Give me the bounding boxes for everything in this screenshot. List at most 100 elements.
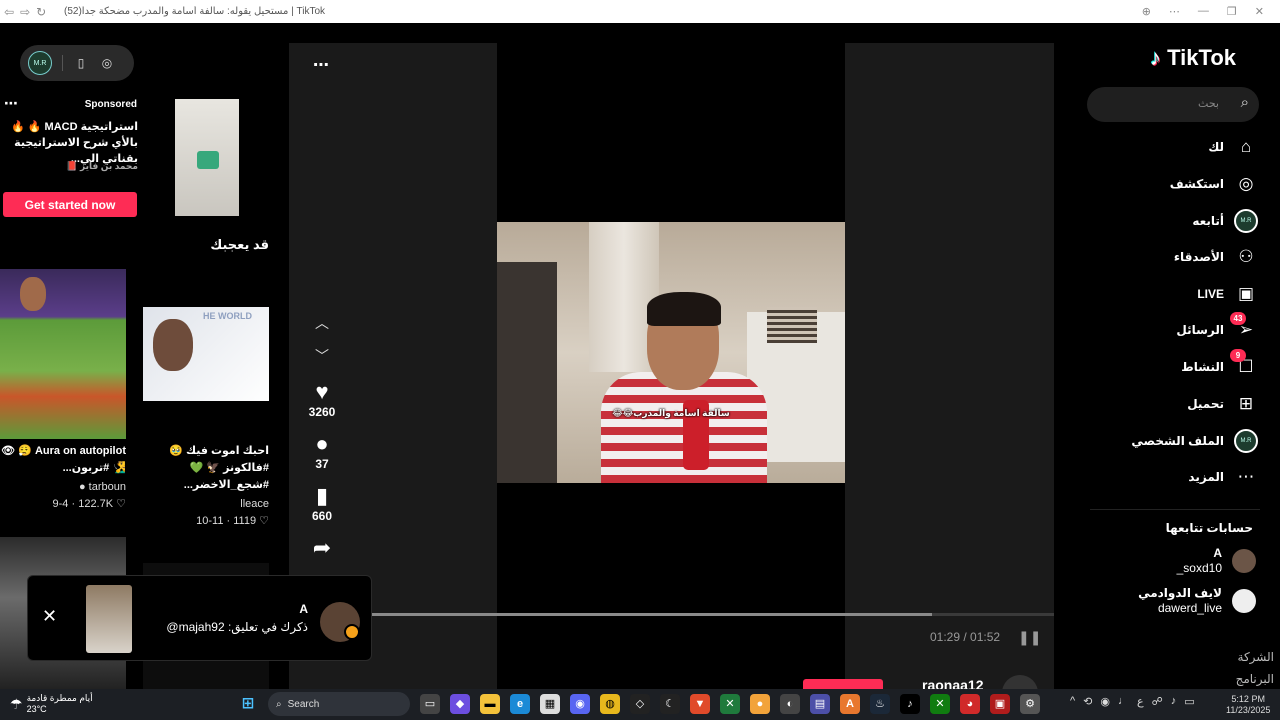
tray-app-icon[interactable]: ◉ (1100, 695, 1110, 708)
following-account[interactable]: لايف الدوادمي dawerd_live (1090, 586, 1258, 618)
taskbar-clock[interactable]: 5:12 PM 11/23/2025 (1226, 694, 1270, 716)
notification-thumbnail[interactable] (86, 585, 132, 653)
nav-for-you[interactable]: لك ⌂ (1090, 132, 1258, 162)
volume-icon[interactable]: ♪ (1171, 695, 1177, 708)
video-author[interactable]: raonaa12 (922, 677, 983, 689)
app-icon[interactable]: ☾ (660, 694, 680, 714)
notification-user: A (299, 602, 308, 616)
previous-video-icon[interactable]: ︿ (301, 313, 343, 346)
steam-icon[interactable]: ♨ (870, 694, 890, 714)
reload-icon[interactable]: ↻ (36, 5, 46, 19)
following-account[interactable]: A _soxd10 (1090, 546, 1258, 578)
nav-following[interactable]: أتابعه M.R (1090, 206, 1258, 236)
system-tray: ^ ⟲ ◉ ♩ ع ☍ ♪ ▭ (1070, 695, 1195, 708)
card-username[interactable]: lleace (143, 498, 269, 510)
app-icon[interactable]: ◕ (960, 694, 980, 714)
like-icon[interactable]: ♥ (301, 379, 343, 405)
microphone-icon[interactable]: ♩ (1118, 695, 1129, 708)
card-thumbnail[interactable] (0, 269, 126, 439)
app-icon[interactable]: ✕ (720, 694, 740, 714)
phone-icon[interactable]: ▯ (73, 56, 89, 70)
card-thumbnail[interactable]: HE WORLD (143, 269, 269, 439)
task-view-icon[interactable]: ▭ (420, 694, 440, 714)
nav-live[interactable]: LIVE ▣ (1090, 279, 1258, 309)
nav-more[interactable]: المزيد ⋯ (1090, 462, 1258, 492)
nav-profile[interactable]: الملف الشخصي M.R (1090, 426, 1258, 456)
nav-label: لك (1208, 140, 1224, 154)
ad-headline[interactable]: استراتيجية MACD 🔥 🔥 بالأي شرح الاستراتيج… (2, 119, 138, 167)
window-controls: ⊕ ⋯ — ❐ ✕ (1142, 5, 1280, 18)
search-icon[interactable]: ⌕ (1241, 94, 1249, 111)
ad-thumbnail[interactable] (175, 99, 239, 216)
network-icon[interactable]: ☍ (1152, 695, 1163, 708)
recommended-card[interactable]: Aura on autopilot 😮‍💨 👁 🧏‍♂️ #تربون... ●… (0, 269, 126, 510)
ad-more-icon[interactable]: ⋯ (4, 95, 19, 112)
card-caption[interactable]: احبك اموت فيك 🥹 #فالكونز 🦅 💚 #شجع_الاخضر… (143, 443, 269, 494)
nav-explore[interactable]: استكشف ◎ (1090, 169, 1258, 199)
zoom-icon[interactable]: ⊕ (1142, 5, 1151, 18)
maximize-button[interactable]: ❐ (1227, 5, 1237, 18)
store-icon[interactable]: ▦ (540, 694, 560, 714)
windows-taskbar: ☂ أيام ممطرة قادمة 23°C ⊞ ⌕ Search ▭ ◆ ▬ … (0, 689, 1280, 720)
next-video-icon[interactable]: ﹀ (301, 346, 343, 379)
nav-friends[interactable]: الأصدقاء ⚇ (1090, 242, 1258, 272)
comment-icon[interactable]: ● (301, 431, 343, 457)
tiktok-logo[interactable]: ♪ TikTok (1150, 45, 1236, 71)
close-button[interactable]: ✕ (1255, 5, 1264, 18)
brave-icon[interactable]: ▼ (690, 694, 710, 714)
start-icon[interactable]: ⊞ (238, 694, 258, 714)
app-icon[interactable]: A (840, 694, 860, 714)
nav-label: أتابعه (1192, 214, 1224, 228)
video-more-icon[interactable]: ⋯ (313, 55, 330, 75)
video-frame[interactable]: سالفة اسامة والمدرب😂😂 (497, 222, 845, 483)
mention-notification[interactable]: ✕ A ذكرك في تعليق: majah92@ (27, 575, 372, 661)
video-progress-bar[interactable] (289, 613, 1054, 616)
taskbar-search[interactable]: ⌕ Search (268, 692, 410, 716)
language-indicator[interactable]: ع (1137, 695, 1144, 708)
weather-widget[interactable]: ☂ أيام ممطرة قادمة 23°C (10, 693, 93, 715)
footer-link[interactable]: البرنامج (1200, 668, 1274, 689)
nav-activity[interactable]: النشاط ☐ 9 (1090, 349, 1258, 382)
nav-messages[interactable]: الرسائل ➢ 43 (1090, 312, 1258, 345)
get-started-button[interactable]: Get started now (3, 192, 137, 217)
compass-icon[interactable]: ◎ (99, 56, 115, 70)
close-icon[interactable]: ✕ (42, 606, 57, 627)
sync-icon[interactable]: ⟲ (1083, 695, 1092, 708)
card-username[interactable]: ● tarboun (0, 481, 126, 493)
search-input[interactable]: بحث ⌕ (1087, 87, 1259, 122)
following-heading: حسابات تتابعها (1165, 521, 1253, 535)
video-time: 01:29 / 01:52 (930, 630, 1001, 644)
footer-link[interactable]: الشركة (1200, 646, 1274, 668)
xbox-icon[interactable]: ✕ (930, 694, 950, 714)
bookmark-icon[interactable]: ▮ (301, 483, 343, 509)
app-icon[interactable]: ● (750, 694, 770, 714)
nav-upload[interactable]: تحميل ⊞ (1090, 389, 1258, 419)
follow-button[interactable] (803, 679, 883, 689)
discord-icon[interactable]: ◉ (570, 694, 590, 714)
copilot-icon[interactable]: ◆ (450, 694, 470, 714)
share-icon[interactable]: ➦ (301, 535, 343, 561)
settings-icon[interactable]: ⚙ (1020, 694, 1040, 714)
obs-icon[interactable]: ◐ (780, 694, 800, 714)
pause-icon[interactable]: ❚❚ (1018, 629, 1041, 646)
file-explorer-icon[interactable]: ▬ (480, 694, 500, 714)
tiktok-icon[interactable]: ♪ (900, 694, 920, 714)
battery-icon[interactable]: ▭ (1184, 695, 1194, 708)
edge-icon[interactable]: e (510, 694, 530, 714)
account-avatar[interactable]: M.R (28, 51, 52, 75)
card-caption[interactable]: Aura on autopilot 😮‍💨 👁 🧏‍♂️ #تربون... (0, 443, 126, 477)
messages-icon: ➢ 43 (1230, 312, 1258, 342)
settings-icon[interactable]: ⋯ (1169, 5, 1180, 18)
forward-icon[interactable]: ⇨ (20, 5, 30, 19)
nav-label: المزيد (1188, 470, 1224, 484)
app-icon[interactable]: ◇ (630, 694, 650, 714)
chrome-icon[interactable]: ◍ (600, 694, 620, 714)
app-icon[interactable]: ▤ (810, 694, 830, 714)
back-icon[interactable]: ⇦ (4, 5, 14, 19)
app-icon[interactable]: ▣ (990, 694, 1010, 714)
chevron-up-icon[interactable]: ^ (1070, 695, 1075, 708)
sponsored-ad[interactable]: ⋯ Sponsored استراتيجية MACD 🔥 🔥 بالأي شر… (0, 95, 270, 225)
recommended-card[interactable]: HE WORLD احبك اموت فيك 🥹 #فالكونز 🦅 💚 #ش… (143, 269, 269, 527)
minimize-button[interactable]: — (1198, 5, 1209, 18)
nav-label: LIVE (1197, 287, 1224, 301)
